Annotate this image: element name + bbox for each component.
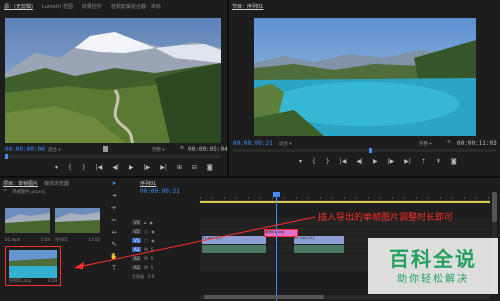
source-zoom-value: 适合 <box>48 148 57 153</box>
timeline-horizontal-scrollbar[interactable] <box>200 295 490 299</box>
project-item-duration: 5:04 <box>41 237 50 242</box>
program-duration: 00:00:11:03 <box>457 140 497 147</box>
go-to-in-icon[interactable]: |◀ <box>96 164 103 171</box>
annotation-arrow-icon <box>74 216 316 269</box>
program-quality-value: 完整 <box>419 142 428 147</box>
extract-icon[interactable]: ⇞ <box>436 158 441 165</box>
tab-audio-clip-mixer[interactable]: 音频剪辑混合器：未标 <box>111 3 161 10</box>
source-video-frame[interactable] <box>5 18 221 143</box>
go-to-in-icon[interactable]: |◀ <box>340 158 347 165</box>
annotation-text: 插入导出的单帧图片调整时长即可 <box>318 213 454 223</box>
tab-project[interactable]: 项目：单帧图片 <box>3 180 38 187</box>
source-timecode[interactable]: 00:00:00:00 <box>5 146 45 153</box>
program-quality-select[interactable]: 完整 ▾ <box>419 141 432 147</box>
project-item-highlighted[interactable]: 序列01.png 4:29 <box>5 246 61 286</box>
source-duration: 00:00:05:04 <box>188 146 228 153</box>
lake-image <box>254 18 476 136</box>
mark-in-icon[interactable]: ▾ <box>299 158 302 165</box>
tab-program[interactable]: 节目：序列01 <box>232 3 263 10</box>
export-frame-icon[interactable]: ◙ <box>207 164 213 171</box>
project-item-duration: 4:29 <box>48 278 57 283</box>
track-select-icon[interactable]: ⇥ <box>111 192 116 199</box>
insert-icon[interactable]: ⊞ <box>177 164 182 171</box>
project-item[interactable]: 01.mp4 5:04 <box>5 208 50 244</box>
tab-effect-controls[interactable]: 效果控件 <box>82 3 102 10</box>
step-forward-icon[interactable]: |▶ <box>144 164 151 171</box>
play-icon[interactable]: ▶ <box>129 164 134 171</box>
source-settings-icon[interactable] <box>103 146 108 152</box>
project-tabs: 项目：单帧图片 媒体浏览器 <box>3 180 69 187</box>
watermark-subtitle: 助你轻松解决 <box>397 273 469 285</box>
timeline-timecode[interactable]: 00:00:00:21 <box>140 188 180 195</box>
program-zoom-select[interactable]: 适合 ▾ <box>279 141 292 147</box>
timeline-playhead-handle[interactable] <box>273 192 280 197</box>
program-video-frame[interactable] <box>254 18 476 136</box>
tab-timeline-sequence[interactable]: 序列01 <box>140 180 156 187</box>
project-file-name: 单帧图片.prproj <box>12 190 45 195</box>
overwrite-icon[interactable]: ⊟ <box>192 164 197 171</box>
program-gear-icon[interactable]: ⚙ <box>447 140 451 145</box>
project-item-name: 序列01.png <box>9 278 31 283</box>
tab-media-browser[interactable]: 媒体浏览器 <box>44 180 69 187</box>
program-transport-controls: ▾ { } |◀ ◀| ▶ |▶ ▶| ⇡ ⇞ ◙ <box>299 158 457 165</box>
mark-out-icon[interactable]: { <box>68 164 72 171</box>
mark-out-bracket-icon[interactable]: } <box>326 158 330 165</box>
source-quality-select[interactable]: 完整 ▾ <box>152 147 165 153</box>
export-frame-icon[interactable]: ◙ <box>451 158 457 165</box>
step-back-icon[interactable]: ◀| <box>356 158 363 165</box>
ripple-edit-icon[interactable]: ⟛ <box>111 204 116 212</box>
work-area-bar[interactable] <box>200 201 490 203</box>
png-thumbnail-lake <box>9 250 57 278</box>
project-item-name: 01.mp4 <box>5 237 21 242</box>
tab-lumetri-scopes[interactable]: Lumetri 范围 <box>42 3 73 10</box>
source-zoom-select[interactable]: 适合 ▾ <box>48 147 61 153</box>
watermark-logo: 百科全说 助你轻松解决 <box>368 238 498 294</box>
watermark-title: 百科全说 <box>389 246 477 271</box>
go-to-out-icon[interactable]: ▶| <box>404 158 411 165</box>
mark-out-icon-2[interactable]: } <box>82 164 86 171</box>
program-playhead[interactable] <box>369 148 372 153</box>
folder-icon: ▭ <box>3 188 8 193</box>
source-gear-icon[interactable]: ⚙ <box>180 146 184 151</box>
source-quality-value: 完整 <box>152 148 161 153</box>
play-icon[interactable]: ▶ <box>373 158 378 165</box>
clip-thumbnail-mountains <box>5 208 50 233</box>
source-transport-controls: ▾ { } |◀ ◀| ▶ |▶ ▶| ⊞ ⊟ ◙ <box>55 164 213 171</box>
source-playhead[interactable] <box>5 154 8 159</box>
mountain-valley-image <box>5 18 221 143</box>
lift-icon[interactable]: ⇡ <box>421 158 426 165</box>
program-timecode[interactable]: 00:00:00:21 <box>233 140 273 147</box>
selection-tool-icon[interactable]: ➤ <box>111 180 116 187</box>
mark-in-bracket-icon[interactable]: { <box>312 158 316 165</box>
go-to-out-icon[interactable]: ▶| <box>160 164 167 171</box>
step-forward-icon[interactable]: |▶ <box>388 158 395 165</box>
mark-in-icon[interactable]: ▾ <box>55 164 58 171</box>
source-scrubber[interactable] <box>5 154 221 159</box>
program-scrubber[interactable] <box>233 148 496 153</box>
step-back-icon[interactable]: ◀| <box>112 164 119 171</box>
tab-source[interactable]: 源：(无剪辑) <box>4 3 33 10</box>
source-monitor-panel: 源：(无剪辑) Lumetri 范围 效果控件 音频剪辑混合器：未标 00:00… <box>0 0 228 176</box>
source-monitor-tabs: 源：(无剪辑) Lumetri 范围 效果控件 音频剪辑混合器：未标 <box>4 3 161 10</box>
program-zoom-value: 适合 <box>279 142 288 147</box>
program-monitor-panel: 节目：序列01 00:00:00:21 适合 ▾ 完整 ▾ ⚙ 00:00:11… <box>229 0 500 176</box>
time-ruler[interactable] <box>200 192 490 201</box>
